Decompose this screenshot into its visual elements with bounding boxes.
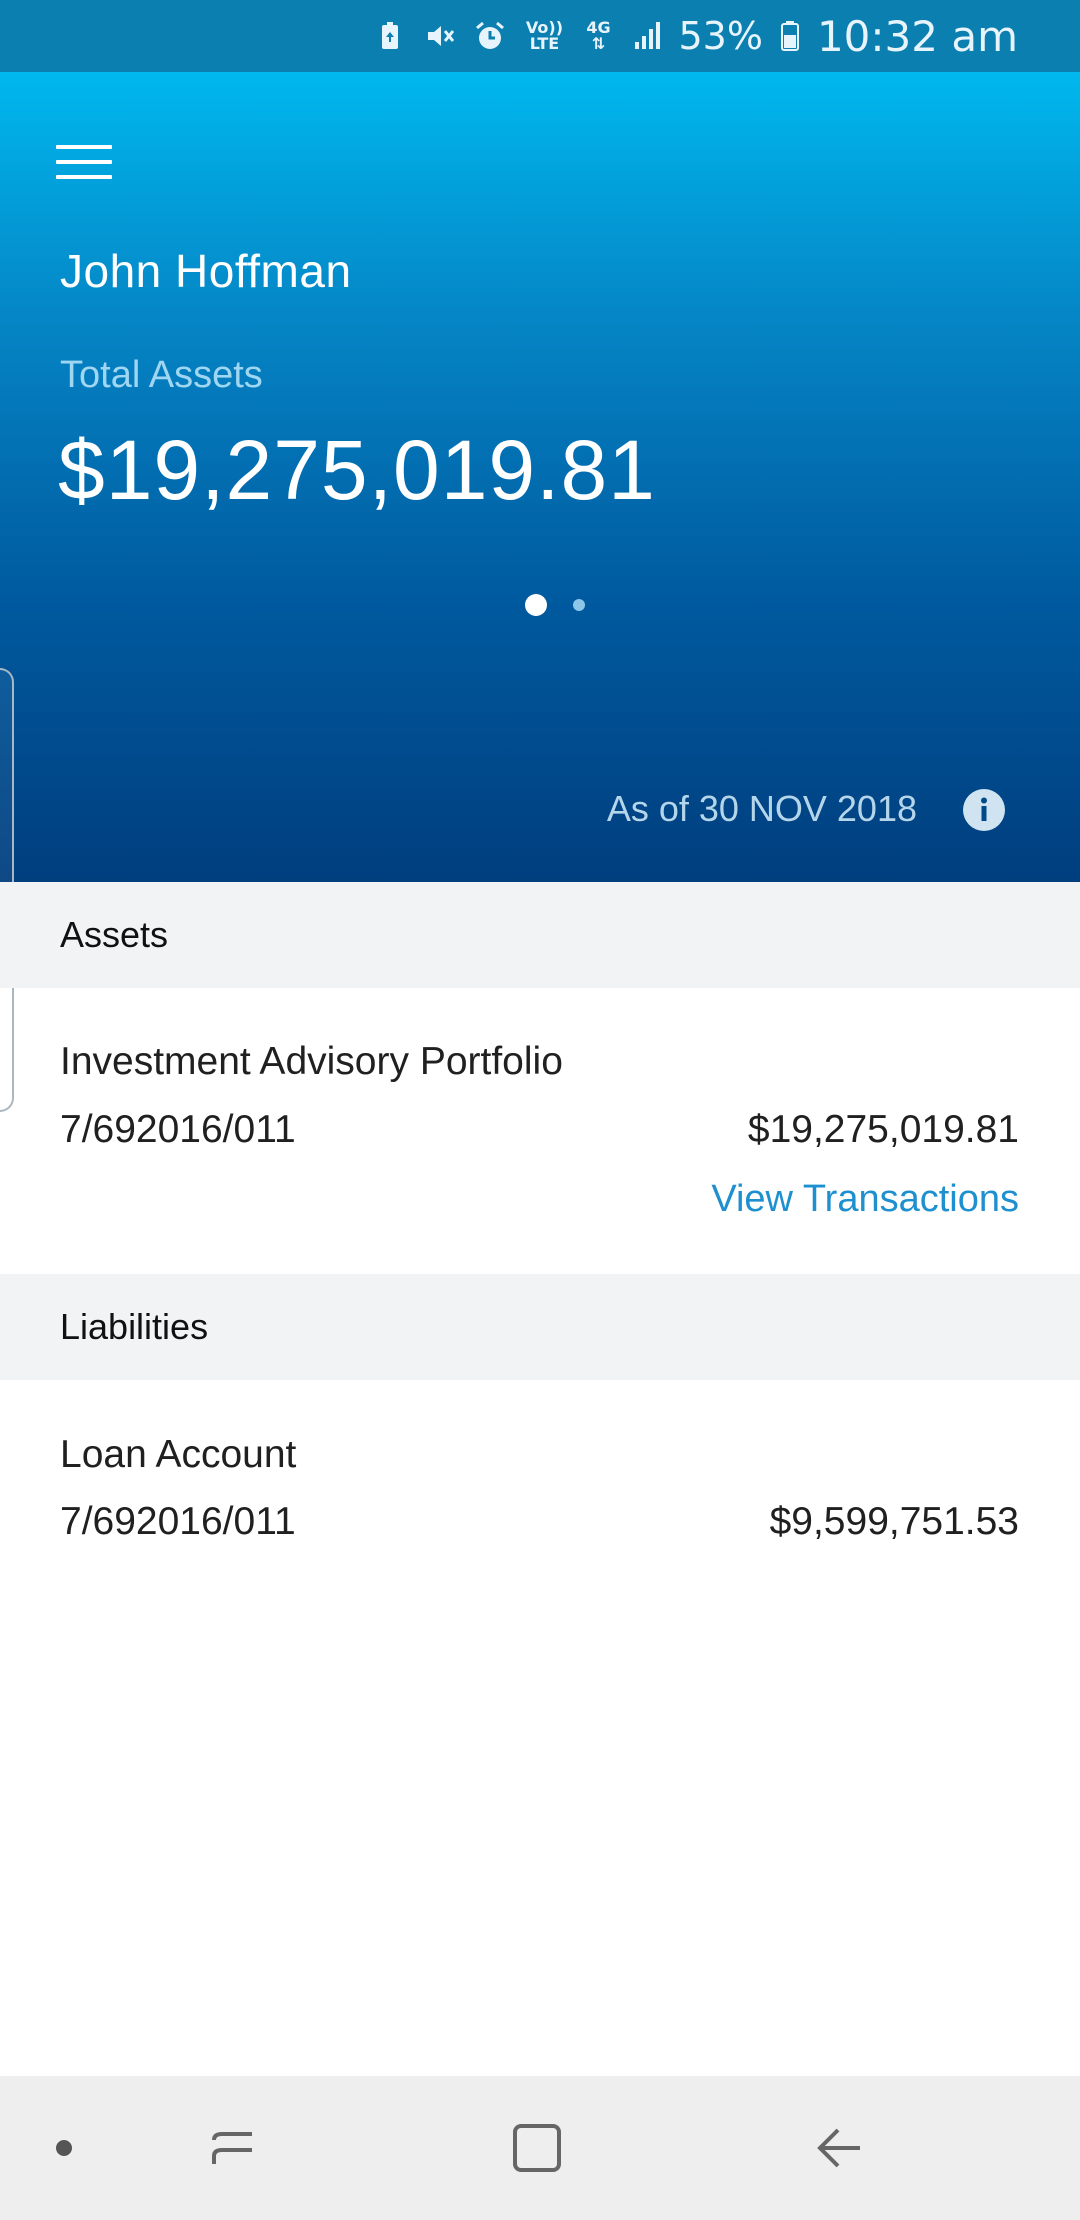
recent-apps-icon[interactable] [204, 2118, 264, 2178]
view-transactions-link[interactable]: View Transactions [711, 1178, 1019, 1221]
total-assets-value: $19,275,019.81 [58, 423, 656, 517]
asset-account-number: 7/692016/011 [60, 1108, 296, 1151]
nav-dot-icon[interactable] [34, 2118, 94, 2178]
mute-icon [422, 16, 458, 56]
navigation-bar [0, 2076, 1080, 2220]
info-icon[interactable] [962, 788, 1006, 832]
back-icon[interactable] [810, 2118, 870, 2178]
battery-percentage: 53% [678, 14, 763, 58]
volte-icon: Vo)) LTE [525, 18, 564, 53]
page-indicator[interactable] [0, 590, 1080, 620]
liabilities-section-header: Liabilities [0, 1274, 1080, 1380]
asset-name: Investment Advisory Portfolio [60, 1040, 563, 1083]
clock: 10:32 am [816, 11, 1018, 61]
battery-icon [777, 16, 803, 56]
liability-amount: $9,599,751.53 [769, 1500, 1019, 1543]
hamburger-menu-icon[interactable] [48, 132, 120, 192]
signal-icon [630, 16, 666, 56]
liability-name: Loan Account [60, 1433, 297, 1476]
summary-header[interactable]: John Hoffman Total Assets $19,275,019.81… [0, 72, 1080, 882]
assets-section-header: Assets [0, 882, 1080, 988]
page-dot[interactable] [573, 599, 585, 611]
battery-saver-icon [372, 16, 408, 56]
home-icon[interactable] [507, 2118, 567, 2178]
alarm-icon [472, 16, 508, 56]
asset-amount: $19,275,019.81 [747, 1108, 1019, 1151]
as-of-date: As of 30 NOV 2018 [606, 788, 917, 829]
total-assets-label: Total Assets [60, 354, 263, 396]
status-bar: Vo)) LTE 4G ⇅ 53% 10:32 am [0, 0, 1080, 72]
user-name: John Hoffman [60, 245, 352, 297]
data-arrows-icon: 4G ⇅ [586, 18, 611, 53]
liability-account-number: 7/692016/011 [60, 1500, 296, 1543]
page-dot-active[interactable] [525, 594, 547, 616]
